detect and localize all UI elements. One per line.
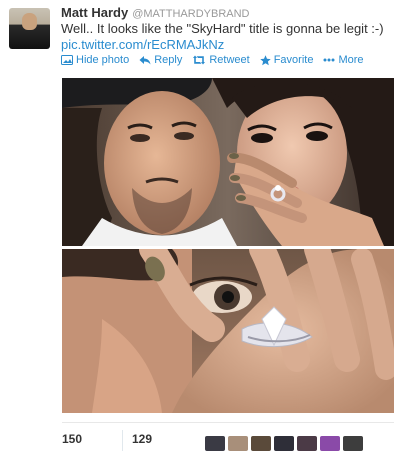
photo-icon (61, 55, 73, 65)
reply-label: Reply (154, 54, 183, 66)
reply-icon (139, 56, 151, 65)
tweet-actions: Hide photo Reply Retweet Favorite More (61, 54, 364, 66)
more-button[interactable]: More (323, 54, 364, 66)
favoriter-avatar[interactable] (228, 436, 248, 451)
favoriter-avatar[interactable] (297, 436, 317, 451)
couple-photo-image (62, 78, 394, 246)
favorite-button[interactable]: Favorite (260, 54, 314, 66)
favoriter-avatar[interactable] (251, 436, 271, 451)
more-label: More (338, 54, 364, 66)
author-screenname[interactable]: @MATTHARDYBRAND (132, 8, 249, 20)
favoriter-avatar[interactable] (320, 436, 340, 451)
retweet-count[interactable]: 150 (62, 432, 82, 446)
favorite-label: Favorite (273, 54, 314, 66)
star-icon (260, 54, 271, 65)
author-fullname[interactable]: Matt Hardy (61, 5, 128, 20)
favoriter-avatar[interactable] (274, 436, 294, 451)
tweet-photo-link[interactable]: pic.twitter.com/rEcRMAJkNz (61, 37, 224, 52)
favoriter-avatars (205, 436, 363, 451)
retweet-icon (193, 55, 206, 65)
tweet-text: Well.. It looks like the "SkyHard" title… (61, 21, 384, 36)
retweet-label: Retweet (209, 54, 250, 66)
hide-photo-label: Hide photo (76, 54, 130, 66)
stats-separator (122, 430, 123, 451)
avatar[interactable] (9, 8, 50, 49)
avatar-face (22, 13, 37, 30)
more-icon (323, 58, 335, 62)
tweet-header: Matt Hardy @MATTHARDYBRAND (61, 4, 250, 22)
retweet-button[interactable]: Retweet (192, 54, 250, 66)
favoriter-avatar[interactable] (205, 436, 225, 451)
favoriter-avatar[interactable] (343, 436, 363, 451)
tweet-photo-ring[interactable] (62, 249, 394, 413)
tweet-photo-couple[interactable] (62, 78, 394, 246)
favorite-count[interactable]: 129 (132, 432, 152, 446)
reply-button[interactable]: Reply (139, 54, 182, 66)
hide-photo-button[interactable]: Hide photo (61, 54, 129, 66)
ring-photo-image (62, 249, 394, 413)
stats-divider (62, 422, 394, 423)
